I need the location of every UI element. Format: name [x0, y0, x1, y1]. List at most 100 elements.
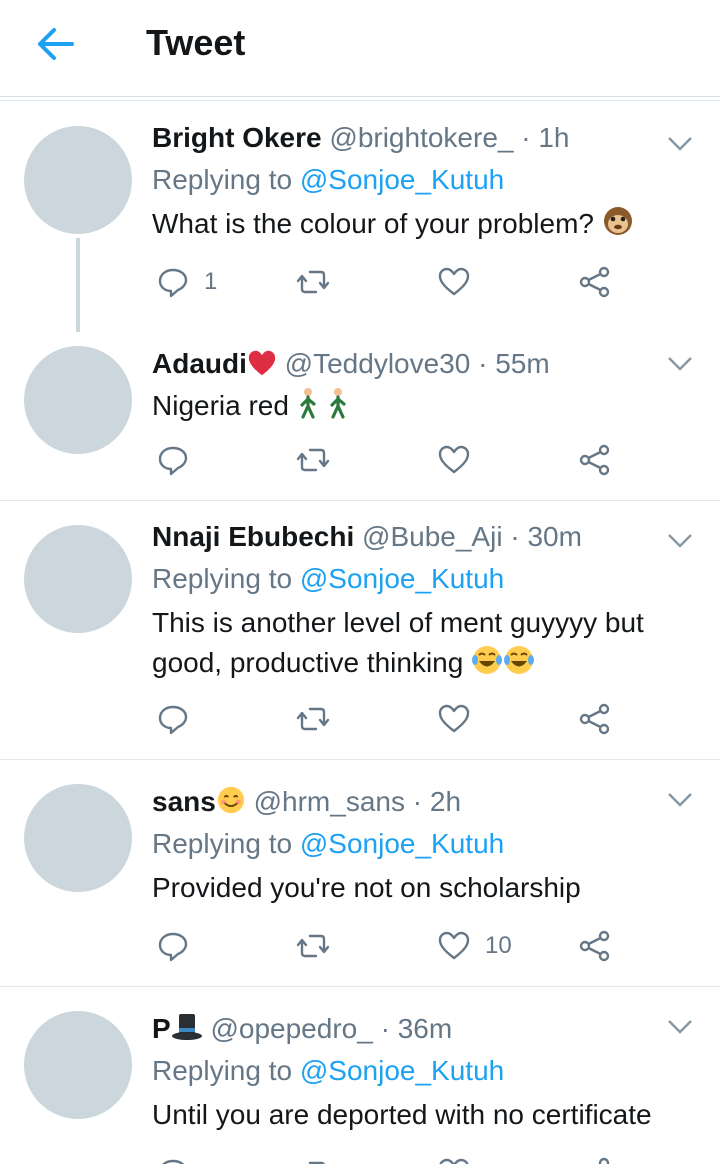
tweet-text: What is the colour of your problem? [152, 204, 688, 244]
reply-icon [158, 446, 188, 476]
tweet-text: Nigeria red [152, 386, 688, 426]
retweet-icon [296, 448, 330, 472]
share-icon [579, 444, 610, 476]
like-count: 10 [485, 932, 512, 959]
retweet-button[interactable] [296, 1153, 330, 1164]
share-button[interactable] [578, 926, 612, 966]
top-hat-icon [171, 1014, 202, 1040]
timestamp[interactable]: 1h [538, 122, 569, 153]
avatar[interactable] [24, 126, 132, 234]
share-button[interactable] [578, 262, 612, 302]
tweet-actions [152, 440, 632, 480]
tweet-actions [152, 699, 632, 739]
share-icon [579, 930, 610, 962]
replying-to: Replying to @Sonjoe_Kutuh [152, 1055, 505, 1086]
tweet-sans[interactable]: sans @hrm_sans · 2h Replying to @Sonjoe_… [0, 760, 720, 986]
back-arrow-icon[interactable] [36, 26, 76, 62]
app-header: Tweet [0, 0, 720, 97]
tweet-text: This is another level of ment guyyyy but… [152, 607, 644, 678]
reply-button[interactable] [156, 440, 190, 480]
tweet-header: Bright Okere @brightokere_ · 1h [152, 122, 570, 153]
tweet-opepedro[interactable]: P @opepedro_ · 36m Replying to @Sonjoe_K… [0, 987, 720, 1164]
avatar[interactable] [24, 525, 132, 633]
display-name[interactable]: P [152, 1013, 171, 1044]
reply-icon [158, 705, 188, 735]
reply-button[interactable]: 1 [156, 262, 217, 302]
tweet-text: Until you are deported with no certifica… [152, 1099, 652, 1130]
share-icon [579, 703, 610, 735]
tweet-actions: 1 [152, 262, 632, 302]
like-button[interactable] [437, 1153, 471, 1164]
tweet-header: P @opepedro_ · 36m [152, 1013, 453, 1044]
tweet-actions [152, 1153, 632, 1164]
replying-to: Replying to @Sonjoe_Kutuh [152, 828, 505, 859]
timestamp[interactable]: 36m [398, 1013, 452, 1044]
reply-button[interactable] [156, 926, 190, 966]
tweet-adaudi[interactable]: Adaudi @Teddylove30 · 55m Nigeria red [0, 332, 720, 500]
replying-to: Replying to @Sonjoe_Kutuh [152, 563, 505, 594]
display-name[interactable]: Bright Okere [152, 122, 322, 153]
heart-icon [439, 1158, 469, 1164]
retweet-button[interactable] [296, 926, 330, 966]
share-button[interactable] [578, 1153, 612, 1164]
user-handle[interactable]: @opepedro_ [210, 1013, 372, 1044]
share-icon [598, 1157, 610, 1164]
retweet-icon [296, 934, 330, 958]
user-handle[interactable]: @brightokere_ [329, 122, 513, 153]
heart-icon [438, 445, 470, 474]
tweet-bright-okere[interactable]: Bright Okere @brightokere_ · 1h Replying… [0, 102, 720, 342]
thread-line [76, 238, 80, 342]
person-walking-icon [300, 388, 316, 419]
tweet-header: sans @hrm_sans · 2h [152, 786, 462, 817]
tweet-actions: 10 [152, 926, 632, 966]
share-button[interactable] [578, 699, 612, 739]
reply-button[interactable] [156, 699, 190, 739]
user-handle[interactable]: @Bube_Aji [362, 521, 503, 552]
share-button[interactable] [578, 440, 612, 480]
mention-link[interactable]: @Sonjoe_Kutuh [300, 563, 504, 594]
like-button[interactable] [437, 262, 471, 302]
timestamp[interactable]: 55m [495, 348, 549, 379]
like-button[interactable]: 10 [437, 926, 512, 966]
user-handle[interactable]: @Teddylove30 [285, 348, 471, 379]
tweet-nnaji-ebubechi[interactable]: Nnaji Ebubechi @Bube_Aji · 30m Replying … [0, 501, 720, 759]
heart-icon [438, 267, 470, 296]
tweet-header: Nnaji Ebubechi @Bube_Aji · 30m [152, 521, 582, 552]
display-name[interactable]: Adaudi [152, 348, 247, 379]
retweet-button[interactable] [296, 699, 330, 739]
like-button[interactable] [437, 440, 471, 480]
reply-button[interactable] [156, 1153, 190, 1164]
share-icon [579, 266, 610, 298]
timestamp[interactable]: 30m [527, 521, 581, 552]
retweet-icon [296, 707, 330, 731]
mention-link[interactable]: @Sonjoe_Kutuh [300, 164, 504, 195]
heart-icon [438, 704, 470, 733]
display-name[interactable]: Nnaji Ebubechi [152, 521, 354, 552]
mention-link[interactable]: @Sonjoe_Kutuh [300, 828, 504, 859]
avatar[interactable] [24, 784, 132, 892]
like-button[interactable] [437, 699, 471, 739]
divider [0, 100, 720, 101]
reply-icon [162, 1159, 185, 1164]
person-walking-icon [329, 388, 346, 419]
timestamp[interactable]: 2h [430, 786, 461, 817]
avatar[interactable] [24, 346, 132, 454]
avatar[interactable] [24, 1011, 132, 1119]
reply-icon [158, 268, 188, 298]
page-title: Tweet [146, 22, 246, 63]
tweet-header: Adaudi @Teddylove30 · 55m [152, 348, 550, 379]
reply-icon [158, 932, 188, 962]
user-handle[interactable]: @hrm_sans [254, 786, 405, 817]
red-heart-icon [248, 350, 276, 376]
reply-count: 1 [204, 268, 218, 295]
tears-of-joy-icon [472, 646, 503, 674]
mention-link[interactable]: @Sonjoe_Kutuh [300, 1055, 504, 1086]
retweet-icon [308, 1161, 325, 1164]
retweet-button[interactable] [296, 440, 330, 480]
replying-to: Replying to @Sonjoe_Kutuh [152, 164, 505, 195]
display-name[interactable]: sans [152, 786, 216, 817]
heart-icon [438, 931, 470, 960]
retweet-button[interactable] [296, 262, 330, 302]
retweet-icon [296, 270, 330, 294]
tears-of-joy-icon [504, 646, 535, 674]
